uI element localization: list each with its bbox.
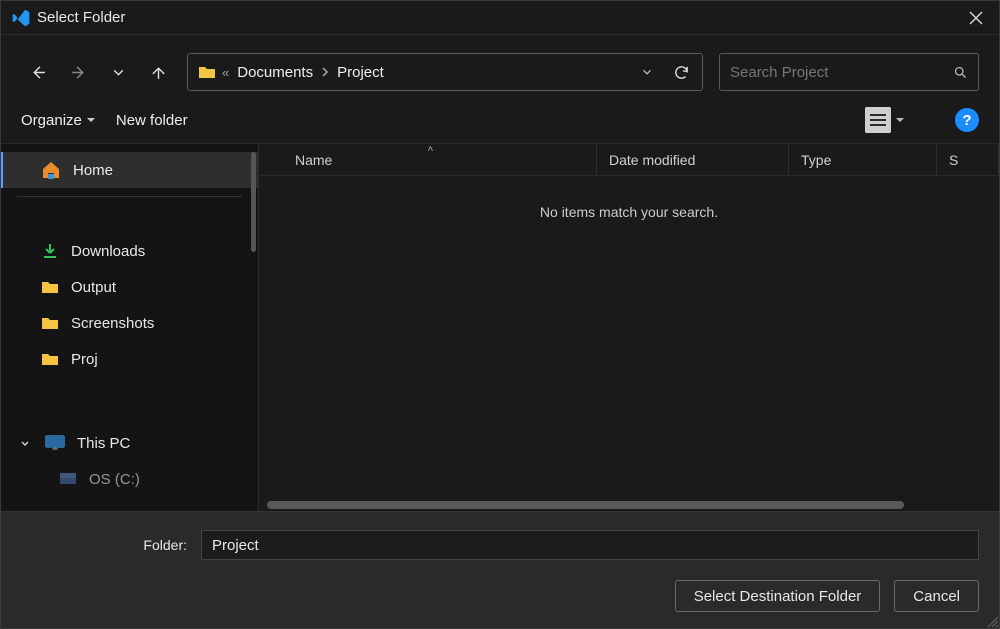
new-folder-label: New folder	[116, 112, 188, 129]
refresh-icon	[673, 64, 690, 81]
sidebar-item-label: This PC	[77, 435, 130, 452]
sidebar: Home Downloads Output Screenshots Proj	[1, 144, 259, 511]
address-history-dropdown[interactable]	[632, 57, 662, 87]
breadcrumb-segment[interactable]: Documents	[235, 62, 315, 83]
sidebar-item-home[interactable]: Home	[1, 152, 258, 188]
search-placeholder: Search Project	[730, 64, 953, 81]
column-date[interactable]: Date modified	[597, 144, 789, 175]
select-folder-dialog: Select Folder « Documents Proj	[0, 0, 1000, 629]
column-label: Date modified	[609, 152, 695, 168]
help-button[interactable]: ?	[955, 108, 979, 132]
cancel-button[interactable]: Cancel	[894, 580, 979, 612]
view-mode-button[interactable]	[865, 107, 905, 133]
recent-dropdown[interactable]	[101, 55, 135, 89]
footer: Folder: Select Destination Folder Cancel	[1, 511, 999, 628]
chevron-down-icon	[110, 64, 127, 81]
sidebar-item-thispc[interactable]: This PC	[1, 425, 258, 461]
column-size[interactable]: S	[937, 144, 999, 175]
folder-field-label: Folder:	[21, 537, 191, 553]
sidebar-item-label: Output	[71, 279, 116, 296]
breadcrumb-prefix: «	[220, 65, 231, 80]
vscode-app-icon	[11, 8, 31, 28]
arrow-up-icon	[150, 64, 167, 81]
scrollbar-thumb[interactable]	[267, 501, 904, 509]
footer-buttons: Select Destination Folder Cancel	[21, 580, 979, 612]
folder-icon	[41, 352, 59, 366]
horizontal-scrollbar[interactable]	[267, 501, 991, 509]
column-label: S	[949, 152, 958, 168]
dropdown-caret-icon	[895, 115, 905, 125]
column-headers: Name ˄ Date modified Type S	[259, 144, 999, 176]
back-button[interactable]	[21, 55, 55, 89]
sort-asc-icon: ˄	[428, 144, 434, 155]
breadcrumb-segment[interactable]: Project	[335, 62, 386, 83]
search-icon	[953, 65, 968, 80]
sidebar-item-label: Screenshots	[71, 315, 154, 332]
dialog-body: Home Downloads Output Screenshots Proj	[1, 143, 999, 511]
sidebar-item-label: Home	[73, 162, 113, 179]
sidebar-item-os-drive[interactable]: OS (C:)	[1, 461, 258, 497]
new-folder-button[interactable]: New folder	[116, 112, 188, 129]
column-label: Type	[801, 152, 831, 168]
toolbar: Organize New folder ?	[1, 105, 999, 143]
arrow-right-icon	[70, 64, 87, 81]
column-type[interactable]: Type	[789, 144, 937, 175]
sidebar-item-output[interactable]: Output	[1, 269, 258, 305]
select-destination-button[interactable]: Select Destination Folder	[675, 580, 881, 612]
chevron-right-icon	[319, 66, 331, 78]
folder-icon	[41, 316, 59, 330]
close-icon	[969, 11, 983, 25]
empty-message: No items match your search.	[259, 176, 999, 220]
arrow-left-icon	[30, 64, 47, 81]
breadcrumb-root-icon	[198, 65, 216, 79]
close-button[interactable]	[953, 1, 999, 35]
folder-name-input[interactable]	[201, 530, 979, 560]
sidebar-item-proj[interactable]: Proj	[1, 341, 258, 377]
sidebar-scrollbar-thumb[interactable]	[251, 152, 256, 252]
titlebar: Select Folder	[1, 1, 999, 35]
sidebar-item-label: Downloads	[71, 243, 145, 260]
chevron-down-icon	[640, 65, 654, 79]
chevron-down-icon[interactable]	[17, 437, 33, 449]
folder-input-row: Folder:	[21, 530, 979, 560]
sidebar-divider	[17, 196, 242, 197]
address-bar[interactable]: « Documents Project	[187, 53, 703, 91]
sidebar-item-label: Proj	[71, 351, 98, 368]
home-icon	[41, 161, 61, 179]
up-button[interactable]	[141, 55, 175, 89]
dialog-title: Select Folder	[37, 9, 125, 26]
column-label: Name	[295, 152, 332, 168]
search-box[interactable]: Search Project	[719, 53, 979, 91]
folder-icon	[41, 280, 59, 294]
nav-row: « Documents Project Search Project	[1, 35, 999, 105]
dropdown-caret-icon	[86, 115, 96, 125]
forward-button[interactable]	[61, 55, 95, 89]
details-view-icon	[865, 107, 891, 133]
file-listing: Name ˄ Date modified Type S No items mat…	[259, 144, 999, 511]
sidebar-item-screenshots[interactable]: Screenshots	[1, 305, 258, 341]
sidebar-item-downloads[interactable]: Downloads	[1, 233, 258, 269]
drive-icon	[59, 472, 77, 486]
download-icon	[41, 242, 59, 260]
column-name[interactable]: Name ˄	[259, 144, 597, 175]
sidebar-item-label: OS (C:)	[89, 471, 140, 488]
organize-button[interactable]: Organize	[21, 112, 96, 129]
resize-grip[interactable]	[984, 613, 998, 627]
thispc-icon	[45, 435, 65, 451]
refresh-button[interactable]	[666, 57, 696, 87]
organize-label: Organize	[21, 112, 82, 129]
